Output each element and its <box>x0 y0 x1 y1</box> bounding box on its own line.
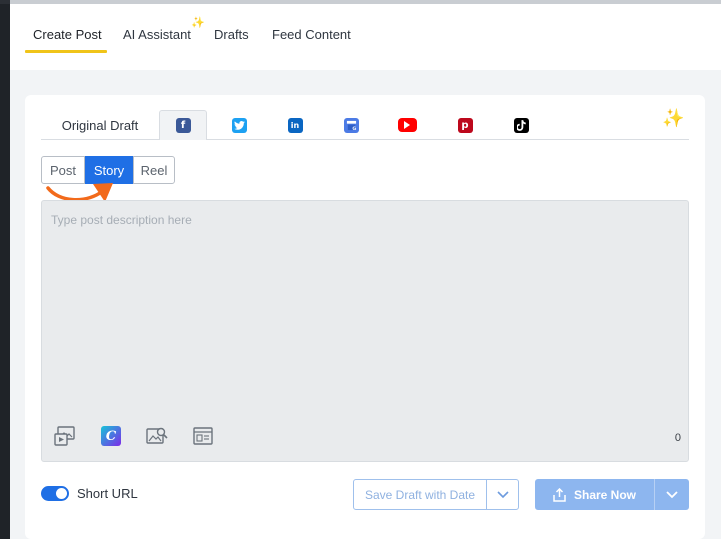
pinterest-icon: p <box>457 117 473 133</box>
short-url-row: Short URL <box>41 486 138 501</box>
share-now-button[interactable]: Share Now <box>535 479 655 510</box>
youtube-icon <box>397 118 417 132</box>
active-tab-underline <box>25 50 107 53</box>
save-draft-button[interactable]: Save Draft with Date <box>354 480 487 509</box>
tab-google-business[interactable]: G <box>327 110 375 140</box>
share-now-dropdown[interactable] <box>655 479 689 510</box>
sparkles-icon[interactable]: ✨ <box>662 108 684 129</box>
image-search-icon[interactable] <box>146 425 168 447</box>
tab-facebook[interactable]: f <box>159 110 207 140</box>
tab-linkedin[interactable]: in <box>271 110 319 140</box>
top-navigation: Create Post AI Assistant ✨ Drafts Feed C… <box>10 4 721 70</box>
character-count: 0 <box>674 432 681 444</box>
share-now-label: Share Now <box>573 487 636 502</box>
short-url-toggle[interactable] <box>41 486 69 501</box>
chevron-down-icon <box>666 490 678 498</box>
composer-panel: Create Post AI Assistant ✨ Drafts Feed C… <box>10 4 721 539</box>
share-icon <box>553 487 566 502</box>
svg-text:G: G <box>352 126 356 131</box>
tab-create-post[interactable]: Create Post <box>33 27 102 42</box>
network-tabs: Original Draft f in G p <box>41 110 689 140</box>
toggle-knob <box>56 488 67 499</box>
chevron-down-icon <box>496 490 509 498</box>
short-url-label: Short URL <box>77 486 138 501</box>
tab-original-draft[interactable]: Original Draft <box>41 110 159 140</box>
tab-drafts[interactable]: Drafts <box>214 27 249 42</box>
post-description-editor[interactable]: Type post description here C 0 <box>41 200 689 462</box>
tab-feed-content[interactable]: Feed Content <box>272 27 351 42</box>
canva-logo: C <box>101 426 121 446</box>
tab-ai-assistant[interactable]: AI Assistant <box>123 27 191 42</box>
media-library-icon[interactable] <box>54 425 76 447</box>
save-draft-button-group: Save Draft with Date <box>353 479 519 510</box>
google-business-icon: G <box>343 117 359 133</box>
tab-tiktok[interactable] <box>497 110 545 140</box>
share-now-button-group: Share Now <box>535 479 689 510</box>
tab-pinterest[interactable]: p <box>441 110 489 140</box>
tab-youtube[interactable] <box>383 110 431 140</box>
composer-card: Original Draft f in G p ✨ Post Story Ree… <box>25 95 705 539</box>
tab-twitter[interactable] <box>215 110 263 140</box>
twitter-icon <box>231 117 247 133</box>
tiktok-icon <box>513 117 529 133</box>
post-type-reel[interactable]: Reel <box>133 156 175 184</box>
editor-toolbar: C <box>54 425 214 447</box>
post-description-placeholder: Type post description here <box>51 213 192 227</box>
linkedin-icon: in <box>287 117 303 133</box>
save-draft-dropdown[interactable] <box>487 480 518 509</box>
facebook-icon: f <box>175 118 191 133</box>
template-icon[interactable] <box>192 425 214 447</box>
sparkles-icon: ✨ <box>191 17 205 29</box>
canva-icon[interactable]: C <box>100 425 122 447</box>
